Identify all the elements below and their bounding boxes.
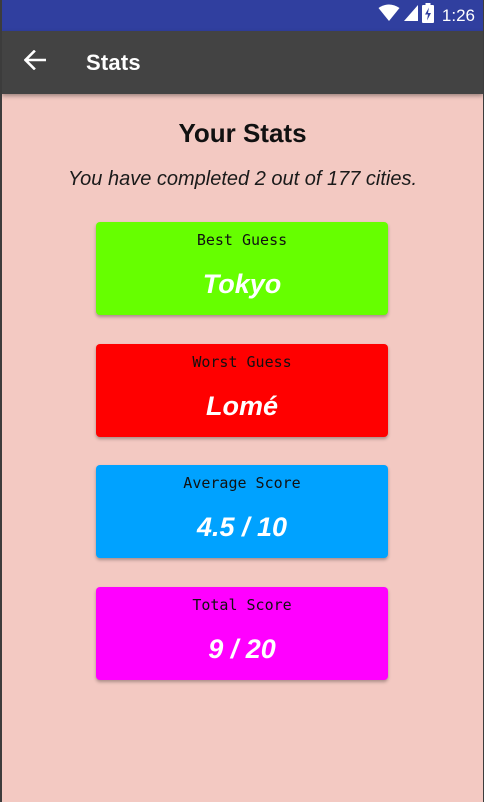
average-score-card: Average Score 4.5 / 10 bbox=[96, 465, 388, 558]
worst-guess-label: Worst Guess bbox=[192, 353, 292, 371]
total-score-card: Total Score 9 / 20 bbox=[96, 587, 388, 680]
arrow-left-icon bbox=[23, 49, 47, 75]
worst-guess-card: Worst Guess Lomé bbox=[96, 344, 388, 437]
best-guess-label: Best Guess bbox=[196, 231, 288, 249]
best-guess-value: Tokyo bbox=[202, 269, 282, 299]
progress-text: You have completed 2 out of 177 cities. bbox=[67, 168, 418, 190]
back-button[interactable] bbox=[10, 38, 60, 88]
average-score-label: Average Score bbox=[183, 474, 301, 492]
worst-guess-value: Lomé bbox=[205, 391, 278, 421]
total-score-label: Total Score bbox=[192, 596, 292, 614]
wifi-icon bbox=[378, 4, 400, 27]
stats-content: Your Stats You have completed 2 out of 1… bbox=[2, 94, 483, 191]
app-bar-title: Stats bbox=[86, 49, 141, 75]
status-bar: 1:26 bbox=[2, 0, 483, 31]
battery-icon bbox=[421, 3, 434, 28]
best-guess-card: Best Guess Tokyo bbox=[96, 222, 388, 315]
status-time: 1:26 bbox=[441, 5, 475, 25]
status-icons: 1:26 bbox=[378, 0, 475, 31]
app-bar: Stats bbox=[2, 31, 483, 94]
signal-icon bbox=[403, 5, 418, 26]
screen: 1:26 Stats Your Stats You have completed… bbox=[2, 0, 483, 802]
total-score-value: 9 / 20 bbox=[208, 634, 276, 664]
page-title: Your Stats bbox=[178, 118, 307, 148]
average-score-value: 4.5 / 10 bbox=[196, 512, 288, 542]
